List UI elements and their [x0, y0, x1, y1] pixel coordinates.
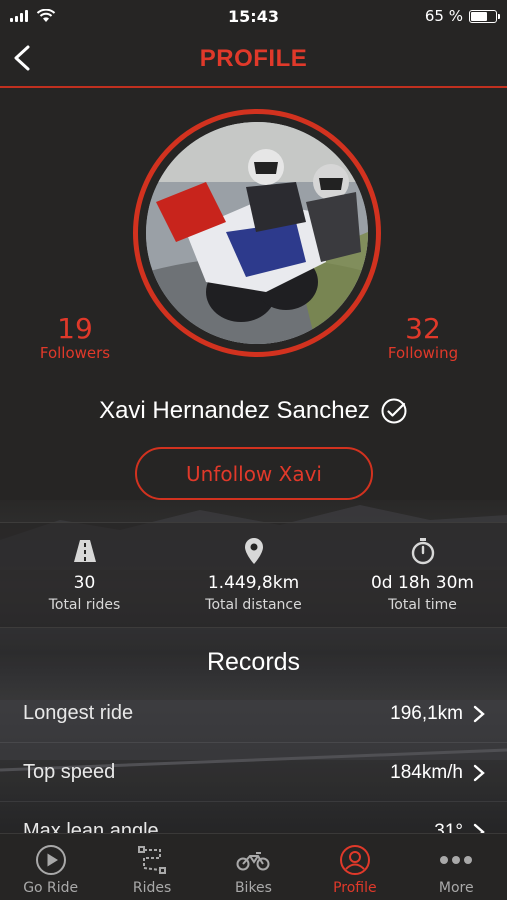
tab-go-ride[interactable]: Go Ride: [0, 834, 101, 900]
followers-label: Followers: [39, 344, 111, 362]
records-title: Records: [206, 648, 301, 676]
motorcycle-icon: [236, 852, 270, 871]
record-label: Longest ride: [23, 702, 134, 724]
more-dots-icon: [440, 856, 473, 864]
unfollow-button[interactable]: Unfollow Xavi: [135, 447, 373, 500]
status-time: 15:43: [228, 6, 279, 26]
record-label: Top speed: [23, 761, 116, 783]
following-stat[interactable]: 32 Following: [378, 312, 468, 363]
tab-bikes[interactable]: Bikes: [203, 834, 304, 900]
tab-bar: Go Ride Rides Bikes Profile More: [0, 833, 507, 900]
record-longest-ride[interactable]: Longest ride 196,1km: [0, 685, 507, 743]
tab-profile[interactable]: Profile: [304, 834, 405, 900]
following-label: Following: [387, 344, 459, 362]
play-circle-icon: [35, 845, 66, 875]
tab-label: More: [438, 880, 474, 896]
wifi-icon: [36, 9, 56, 22]
page-title: PROFILE: [199, 45, 308, 72]
chevron-right-icon: [473, 705, 485, 722]
stats-band: 30 Total rides 1.449,8km Total distance …: [0, 522, 507, 628]
stat-label: Total rides: [48, 597, 121, 613]
user-name: Xavi Hernandez Sanchez: [99, 397, 370, 424]
route-icon: [138, 846, 167, 874]
back-arrow-icon[interactable]: [8, 42, 40, 74]
stat-label: Total time: [388, 597, 457, 613]
chevron-right-icon: [473, 764, 485, 781]
record-value: 196,1km: [390, 702, 463, 724]
status-left: [10, 9, 130, 23]
tab-label: Profile: [333, 880, 377, 896]
cellular-signal-icon: [10, 10, 28, 22]
record-value: 184km/h: [390, 761, 463, 783]
verified-check-icon: [381, 398, 407, 424]
stat-total-distance: 1.449,8km Total distance: [174, 523, 334, 613]
stat-value: 1.449,8km: [207, 573, 300, 593]
location-pin-icon: [244, 538, 263, 564]
followers-count: 19: [57, 312, 93, 345]
stat-total-rides: 30 Total rides: [5, 523, 165, 613]
record-top-speed[interactable]: Top speed 184km/h: [0, 744, 507, 802]
avatar-ring: [133, 109, 381, 357]
stat-label: Total distance: [205, 597, 302, 613]
user-circle-icon: [339, 845, 370, 875]
followers-stat[interactable]: 19 Followers: [30, 312, 120, 363]
status-right: 65 %: [377, 7, 500, 25]
tab-more[interactable]: More: [406, 834, 507, 900]
stopwatch-icon: [411, 538, 434, 565]
stat-value: 30: [73, 573, 96, 593]
tab-label: Bikes: [234, 880, 272, 896]
tab-label: Go Ride: [23, 880, 79, 896]
avatar[interactable]: [146, 122, 368, 344]
road-icon: [73, 540, 96, 562]
header: PROFILE: [0, 32, 507, 88]
tab-rides[interactable]: Rides: [102, 834, 203, 900]
tab-label: Rides: [132, 880, 172, 896]
battery-icon: [469, 9, 500, 23]
name-row: Xavi Hernandez Sanchez: [0, 392, 507, 430]
stat-total-time: 0d 18h 30m Total time: [343, 523, 503, 613]
stat-value: 0d 18h 30m: [370, 573, 474, 593]
status-bar: 15:43 65 %: [0, 0, 507, 32]
battery-percent: 65 %: [424, 7, 463, 25]
following-count: 32: [405, 312, 441, 345]
